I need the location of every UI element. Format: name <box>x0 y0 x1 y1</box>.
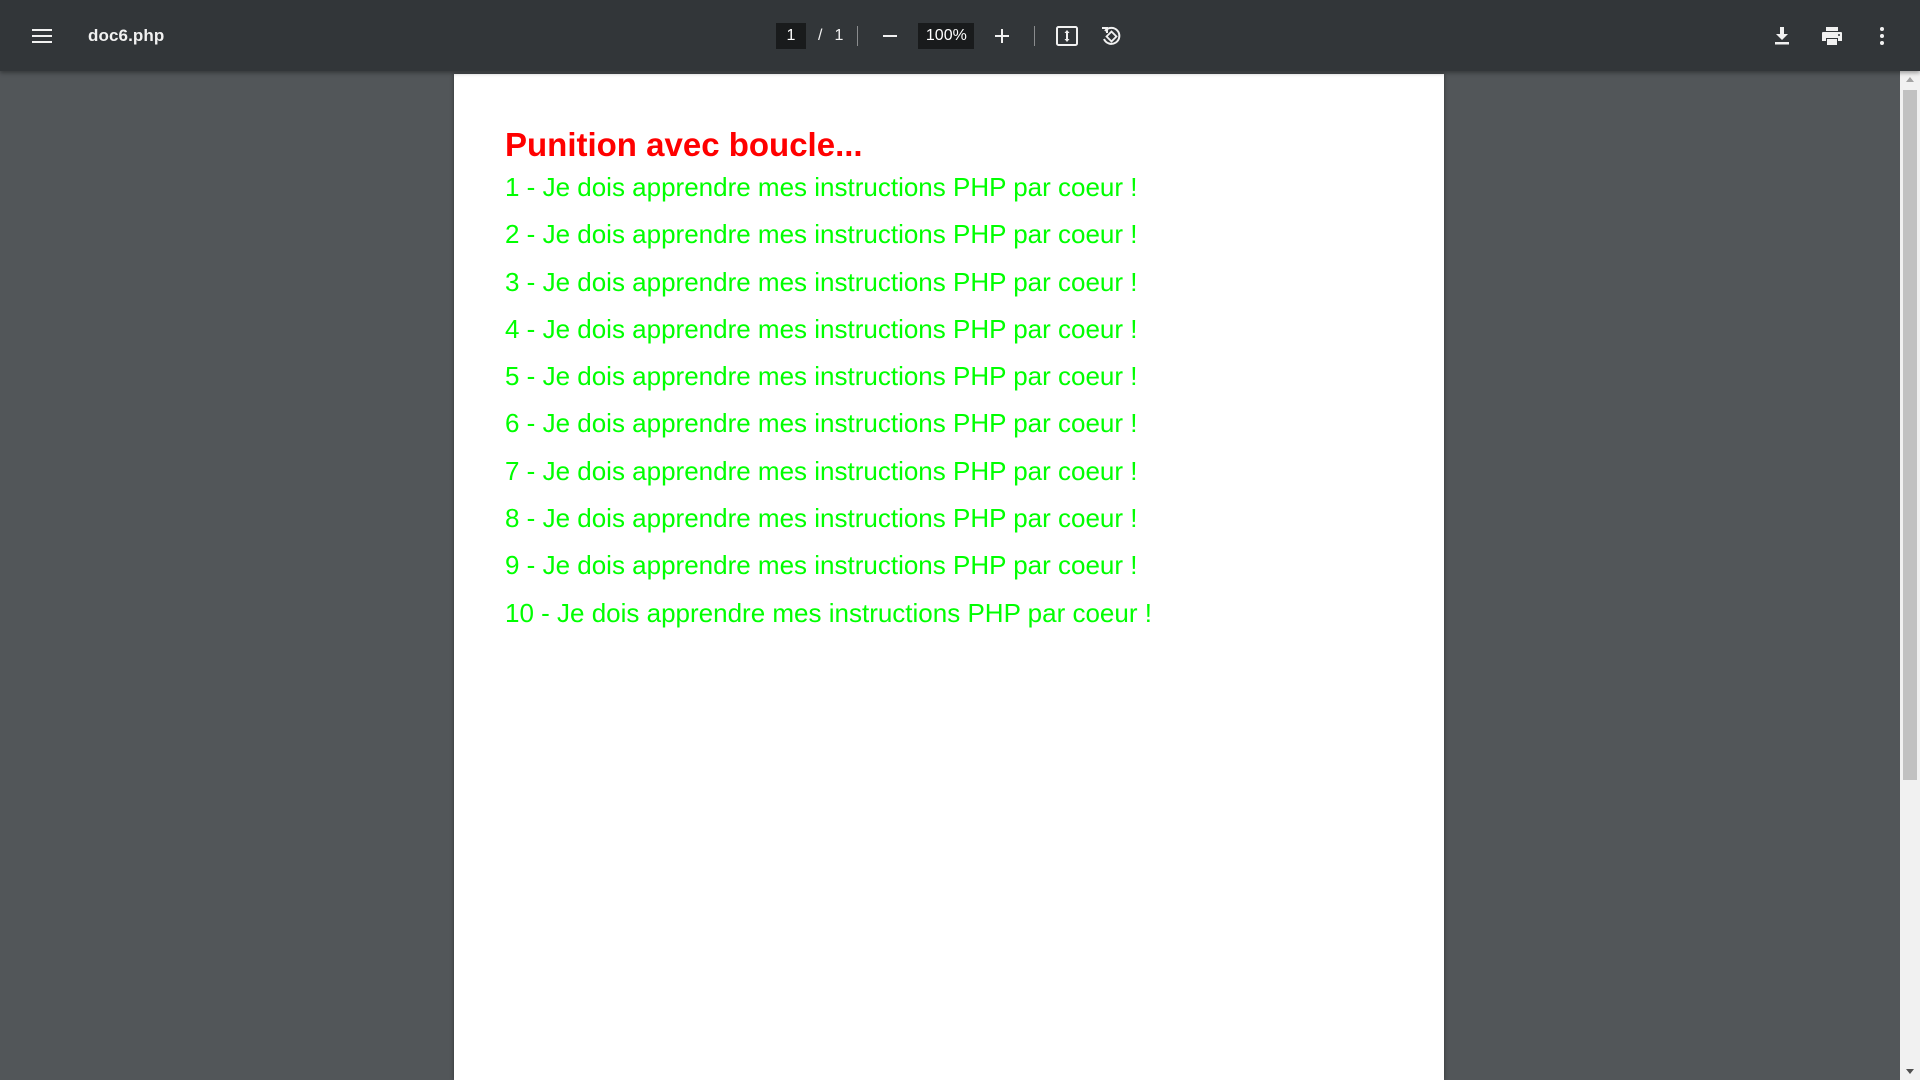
list-item: 4 - Je dois apprendre mes instructions P… <box>505 313 1138 344</box>
toolbar-center: / 1 <box>776 0 1129 71</box>
list-item: 10 - Je dois apprendre mes instructions … <box>505 597 1152 628</box>
download-icon <box>1775 26 1789 44</box>
page-separator: / <box>818 26 823 44</box>
toolbar-divider <box>1034 25 1036 46</box>
fit-to-page-button[interactable] <box>1049 18 1085 54</box>
scroll-up-button[interactable] <box>1900 71 1920 88</box>
list-item: 1 - Je dois apprendre mes instructions P… <box>505 172 1138 202</box>
list-item: 6 - Je dois apprendre mes instructions P… <box>505 408 1138 439</box>
scrollbar-thumb[interactable] <box>1903 90 1917 780</box>
print-icon <box>1822 26 1842 45</box>
plus-icon <box>995 28 1010 43</box>
page-content: Punition avec boucle... 1 - Je dois appr… <box>505 126 1152 637</box>
zoom-out-button[interactable] <box>872 18 908 54</box>
list-item: 9 - Je dois apprendre mes instructions P… <box>505 550 1138 581</box>
rotate-counterclockwise-icon <box>1102 26 1121 45</box>
document-title: doc6.php <box>88 25 165 45</box>
rotate-button[interactable] <box>1093 18 1129 54</box>
pdf-viewer: Punition avec boucle... 1 - Je dois appr… <box>0 71 1900 1080</box>
list-item: 2 - Je dois apprendre mes instructions P… <box>505 219 1138 250</box>
list-item: 3 - Je dois apprendre mes instructions P… <box>505 266 1138 297</box>
more-actions-button[interactable] <box>1864 18 1900 54</box>
document-heading: Punition avec boucle... <box>505 126 863 163</box>
list-item: 5 - Je dois apprendre mes instructions P… <box>505 361 1138 392</box>
list-item: 8 - Je dois apprendre mes instructions P… <box>505 503 1138 534</box>
scroll-down-button[interactable] <box>1900 1063 1920 1080</box>
chevron-up-icon <box>1906 77 1914 82</box>
toolbar-right <box>1750 0 1900 71</box>
download-button[interactable] <box>1764 18 1800 54</box>
menu-button[interactable] <box>24 18 60 54</box>
page-total: 1 <box>834 26 844 44</box>
more-vertical-icon <box>1880 26 1884 45</box>
print-button[interactable] <box>1814 18 1850 54</box>
vertical-scrollbar[interactable] <box>1900 71 1920 1080</box>
fit-to-page-icon <box>1056 25 1079 46</box>
pdf-toolbar: doc6.php / 1 <box>0 0 1920 71</box>
menu-icon <box>32 28 52 43</box>
minus-icon <box>883 34 898 37</box>
toolbar-divider <box>857 25 859 46</box>
chevron-down-icon <box>1906 1069 1914 1074</box>
toolbar-left: doc6.php <box>24 0 164 71</box>
page-number-input[interactable] <box>776 22 806 49</box>
pdf-page: Punition avec boucle... 1 - Je dois appr… <box>454 74 1444 1080</box>
punishment-lines: 1 - Je dois apprendre mes instructions P… <box>505 164 1152 637</box>
list-item: 7 - Je dois apprendre mes instructions P… <box>505 455 1138 486</box>
zoom-in-button[interactable] <box>984 18 1020 54</box>
zoom-level-input[interactable] <box>918 22 975 49</box>
